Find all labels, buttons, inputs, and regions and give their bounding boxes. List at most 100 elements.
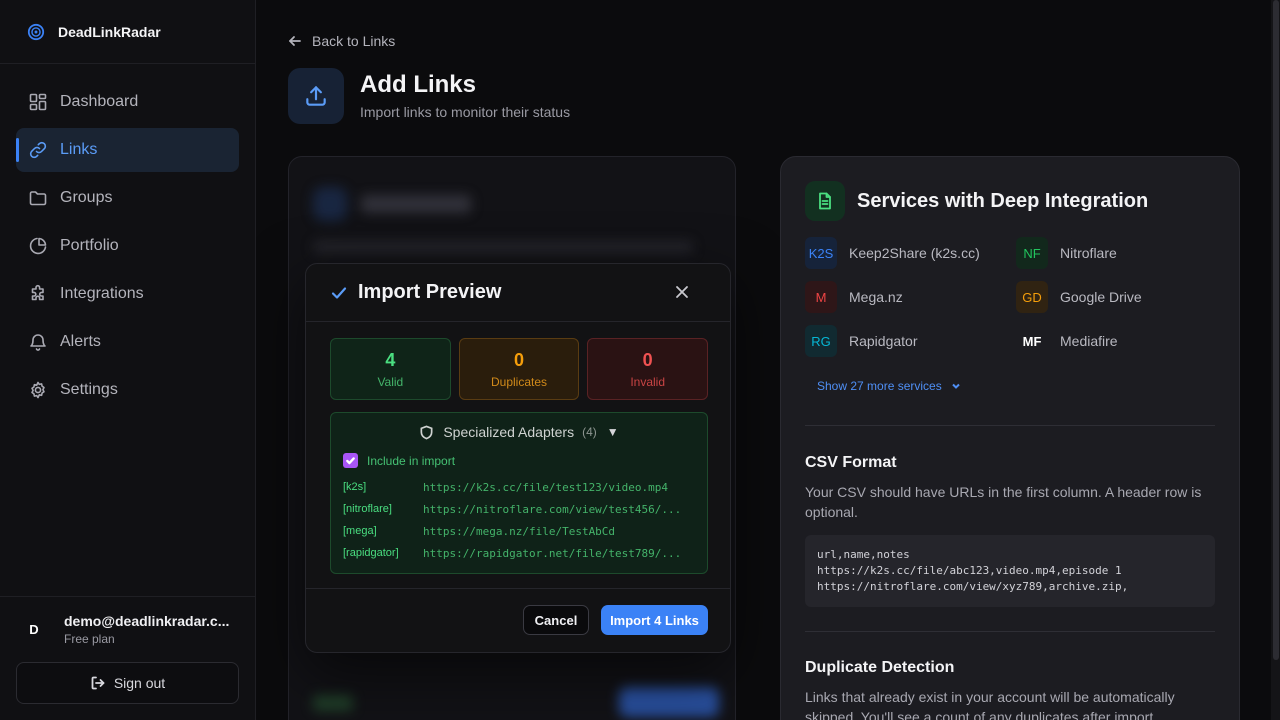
adapter-url: https://mega.nz/file/TestAbCd — [423, 524, 616, 538]
show-more-services-button[interactable]: Show 27 more services — [817, 379, 962, 393]
back-label: Back to Links — [312, 33, 396, 49]
sidebar-item-dashboard[interactable]: Dashboard — [16, 80, 239, 124]
sidebar-item-label: Alerts — [60, 333, 101, 350]
shield-icon — [420, 425, 433, 439]
stat-duplicates: 0 Duplicates — [458, 338, 580, 400]
folder-icon — [29, 191, 47, 206]
sidebar-item-label: Groups — [60, 189, 113, 206]
sidebar-item-integrations[interactable]: Integrations — [16, 272, 239, 316]
stat-label: Valid — [377, 374, 404, 389]
dashboard-icon — [29, 93, 47, 111]
dialog-footer: Cancel Import 4 Links — [306, 588, 730, 652]
sidebar-item-settings[interactable]: Settings — [16, 368, 239, 412]
adapter-tag: [mega] — [343, 525, 377, 537]
sidebar-item-groups[interactable]: Groups — [16, 176, 239, 220]
dialog-title: Import Preview — [358, 281, 502, 303]
sidebar-item-portfolio[interactable]: Portfolio — [16, 224, 239, 268]
import-preview-dialog: Import Preview 4 Valid 0 Duplicates 0 In… — [305, 263, 731, 653]
puzzle-icon — [31, 284, 44, 301]
service-badge: MF — [1022, 333, 1042, 349]
service-item-mediafire[interactable]: MF Mediafire — [1016, 325, 1118, 357]
list-item: [nitroflare] https://nitroflare.com/view… — [343, 498, 693, 520]
list-item: [mega] https://mega.nz/file/TestAbCd — [343, 520, 693, 542]
back-to-links-link[interactable]: Back to Links — [288, 33, 395, 49]
services-header: Services with Deep Integration — [805, 181, 1148, 221]
sign-out-icon — [91, 676, 105, 690]
specialized-adapters-panel: Specialized Adapters (4) ▼ Include in im… — [330, 412, 708, 574]
sidebar-item-label: Settings — [60, 381, 118, 398]
sidebar-item-label: Portfolio — [60, 237, 119, 254]
scrollbar[interactable] — [1271, 0, 1280, 720]
stat-label: Invalid — [630, 374, 666, 389]
close-button[interactable] — [672, 282, 692, 302]
brand[interactable]: DeadLinkRadar — [0, 0, 255, 64]
sidebar-nav: Dashboard Links Groups Portfolio Integra… — [0, 64, 255, 412]
cancel-button[interactable]: Cancel — [523, 605, 589, 635]
service-name: Google Drive — [1060, 289, 1142, 305]
sidebar-item-label: Integrations — [60, 285, 144, 302]
include-label: Include in import — [367, 453, 456, 468]
stat-invalid: 0 Invalid — [587, 338, 709, 400]
pie-chart-icon — [29, 237, 47, 255]
stat-value: 0 — [514, 349, 525, 370]
service-item-rapidgator[interactable]: RG Rapidgator — [805, 325, 918, 357]
user-email: demo@deadlinkradar.c... — [64, 613, 230, 629]
adapters-toggle[interactable]: Specialized Adapters (4) ▼ — [331, 424, 707, 440]
list-item: [rapidgator] https://rapidgator.net/file… — [343, 542, 693, 564]
import-links-button[interactable]: Import 4 Links — [601, 605, 708, 635]
csv-format-text: Your CSV should have URLs in the first c… — [805, 484, 1202, 520]
service-name: Mega.nz — [849, 289, 903, 305]
services-title: Services with Deep Integration — [857, 189, 1149, 212]
duplicate-detection-text: Links that already exist in your account… — [805, 689, 1175, 720]
service-item-k2s[interactable]: K2S Keep2Share (k2s.cc) — [805, 237, 980, 269]
service-badge: M — [805, 281, 837, 313]
duplicate-detection-title: Duplicate Detection — [805, 659, 955, 676]
sign-out-label: Sign out — [113, 675, 166, 691]
user-plan: Free plan — [64, 632, 115, 646]
service-badge: NF — [1016, 237, 1048, 269]
link-icon — [29, 141, 47, 159]
stat-value: 4 — [385, 349, 396, 370]
dialog-header: Import Preview — [306, 264, 730, 322]
page-subtitle: Import links to monitor their status — [360, 104, 571, 120]
service-item-nitroflare[interactable]: NF Nitroflare — [1016, 237, 1117, 269]
upload-icon-tile — [288, 68, 344, 124]
stat-value: 0 — [642, 349, 653, 370]
sidebar: DeadLinkRadar Dashboard Links Groups Por… — [0, 0, 256, 720]
service-badge: GD — [1016, 281, 1048, 313]
service-name: Keep2Share (k2s.cc) — [849, 245, 980, 261]
adapter-tag: [k2s] — [343, 481, 367, 493]
sidebar-item-label: Dashboard — [60, 93, 139, 110]
scrollbar-thumb[interactable] — [1273, 0, 1279, 660]
service-name: Nitroflare — [1060, 245, 1117, 261]
radar-logo-icon — [27, 23, 45, 40]
service-item-google-drive[interactable]: GD Google Drive — [1016, 281, 1142, 313]
adapter-url: https://rapidgator.net/file/test789/... — [423, 546, 682, 560]
stat-valid: 4 Valid — [330, 338, 451, 400]
close-icon — [676, 286, 688, 298]
arrow-left-icon — [289, 36, 301, 46]
document-icon-tile — [805, 181, 845, 221]
bell-icon — [30, 334, 46, 351]
adapter-list: [k2s] https://k2s.cc/file/test123/video.… — [343, 476, 693, 564]
sign-out-button[interactable]: Sign out — [16, 662, 239, 704]
adapter-tag: [rapidgator] — [343, 547, 399, 559]
main-content: Back to Links Add Links Import links to … — [256, 0, 1280, 720]
import-stats: 4 Valid 0 Duplicates 0 Invalid — [330, 338, 709, 400]
include-checkbox[interactable] — [343, 453, 358, 468]
show-more-label: Show 27 more services — [817, 379, 942, 393]
sidebar-item-links[interactable]: Links — [16, 128, 239, 172]
adapters-title: Specialized Adapters — [443, 424, 575, 440]
service-item-mega[interactable]: M Mega.nz — [805, 281, 903, 313]
stat-label: Duplicates — [490, 374, 548, 389]
sidebar-item-alerts[interactable]: Alerts — [16, 320, 239, 364]
csv-format-title: CSV Format — [805, 454, 897, 471]
upload-icon — [306, 86, 326, 106]
list-item: [k2s] https://k2s.cc/file/test123/video.… — [343, 476, 693, 498]
csv-example-code: url,name,notes https://k2s.cc/file/abc12… — [805, 535, 1215, 607]
divider — [805, 425, 1215, 426]
page-title: Add Links — [360, 71, 477, 98]
sidebar-item-label: Links — [60, 141, 98, 158]
adapter-tag: [nitroflare] — [343, 503, 392, 515]
adapters-count: (4) — [582, 425, 597, 439]
